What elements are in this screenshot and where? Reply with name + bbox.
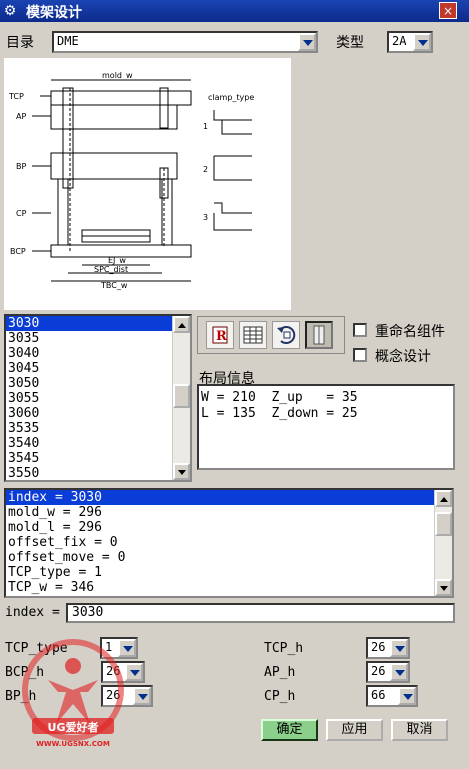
scroll-thumb[interactable]: [435, 512, 452, 536]
chevron-down-icon[interactable]: [133, 687, 151, 705]
expression-list[interactable]: index = 3030 mold_w = 296 mold_l = 296 offs…: [4, 488, 454, 598]
size-list-item[interactable]: 3535: [6, 421, 190, 436]
rename-components-checkbox[interactable]: [353, 323, 367, 337]
apply-button[interactable]: 应用: [326, 719, 383, 741]
ap-h-value: 26: [371, 664, 386, 678]
close-button[interactable]: ×: [439, 2, 457, 19]
size-list-item[interactable]: 3555: [6, 481, 190, 482]
size-list-item[interactable]: 3540: [6, 436, 190, 451]
dim-ej-w: EJ_w: [108, 256, 126, 265]
svg-text:R: R: [216, 329, 227, 344]
plate-label-tcp: TCP: [8, 92, 24, 101]
expression-list-item[interactable]: offset_fix = 0: [6, 535, 452, 550]
size-list-item[interactable]: 3060: [6, 406, 190, 421]
clamp-3-label: 3: [203, 213, 208, 222]
ap-h-select[interactable]: 26: [366, 661, 410, 683]
size-list-item[interactable]: 3035: [6, 331, 190, 346]
plate-label-bp: BP: [16, 162, 26, 171]
concept-design-label: 概念设计: [375, 349, 431, 365]
plate-label-cp: CP: [16, 209, 27, 218]
tcp-h-label: TCP_h: [264, 641, 304, 656]
scroll-thumb[interactable]: [173, 384, 190, 408]
catalog-value: DME: [57, 34, 79, 48]
expression-list-item[interactable]: TCP_h = 26: [6, 595, 452, 596]
ugsnx-watermark-logo: UG爱好者 WWW.UGSNX.COM: [22, 639, 124, 748]
size-list-item[interactable]: 3545: [6, 451, 190, 466]
rename-components-label: 重命名组件: [375, 324, 445, 340]
ok-button[interactable]: 确定: [261, 719, 318, 741]
size-list-scrollbar[interactable]: [172, 316, 190, 480]
dim-tbc-w: TBC_w: [100, 281, 128, 290]
layout-info-box: W = 210 Z_up = 35 L = 135 Z_down = 25: [197, 384, 455, 470]
mold-icon[interactable]: [305, 321, 333, 349]
window-title: 模架设计: [26, 5, 82, 21]
tool-bar: R: [197, 316, 345, 354]
clamp-2-label: 2: [203, 165, 208, 174]
tcp-h-select[interactable]: 26: [366, 637, 410, 659]
watermark-url: WWW.UGSNX.COM: [36, 740, 110, 748]
expression-list-item[interactable]: TCP_w = 346: [6, 580, 452, 595]
chevron-down-icon[interactable]: [390, 663, 408, 681]
size-list-item[interactable]: 3055: [6, 391, 190, 406]
chevron-down-icon[interactable]: [413, 33, 431, 51]
chevron-down-icon[interactable]: [398, 687, 416, 705]
scroll-down-icon[interactable]: [435, 579, 452, 596]
concept-design-checkbox[interactable]: [353, 348, 367, 362]
clamp-type-label: clamp_type: [208, 93, 254, 102]
clamp-1-label: 1: [203, 122, 208, 131]
gear-icon: ⚙: [3, 3, 17, 19]
rename-r-icon[interactable]: R: [206, 321, 234, 349]
expression-list-item[interactable]: mold_w = 296: [6, 505, 452, 520]
expression-list-item[interactable]: offset_move = 0: [6, 550, 452, 565]
scroll-up-icon[interactable]: [435, 490, 452, 507]
dim-mold-w: mold_w: [102, 71, 133, 80]
table-icon[interactable]: [239, 321, 267, 349]
mold-base-diagram: TCP AP BP CP BCP mold_w clamp_type 1 2 3…: [4, 58, 291, 310]
scroll-down-icon[interactable]: [173, 463, 190, 480]
scroll-up-icon[interactable]: [173, 316, 190, 333]
title-bar: ⚙ 模架设计 ×: [0, 0, 469, 22]
dim-spc-dist: SPC_dist: [94, 265, 128, 274]
tcp-h-value: 26: [371, 640, 386, 654]
cp-h-label: CP_h: [264, 689, 296, 704]
size-list[interactable]: 3030 3035 3040 3045 3050 3055 3060 3535 3540 3545…: [4, 314, 192, 482]
cp-h-value: 66: [371, 688, 386, 702]
chevron-down-icon[interactable]: [390, 639, 408, 657]
size-list-item[interactable]: 3040: [6, 346, 190, 361]
type-label: 类型: [336, 35, 364, 51]
watermark-brand: UG爱好者: [48, 720, 99, 734]
type-value: 2A: [392, 34, 407, 48]
expression-list-scrollbar[interactable]: [434, 490, 452, 596]
size-list-item[interactable]: 3045: [6, 361, 190, 376]
plate-label-bcp: BCP: [10, 247, 26, 256]
type-select[interactable]: 2A: [387, 31, 433, 53]
size-list-item[interactable]: 3030: [6, 316, 190, 331]
size-list-item[interactable]: 3050: [6, 376, 190, 391]
catalog-select[interactable]: DME: [52, 31, 318, 53]
expression-edit-input[interactable]: 3030: [66, 603, 455, 623]
layout-info-line: L = 135 Z_down = 25: [201, 406, 358, 421]
chevron-down-icon[interactable]: [298, 33, 316, 51]
ap-h-label: AP_h: [264, 665, 296, 680]
expression-list-item[interactable]: mold_l = 296: [6, 520, 452, 535]
size-list-item[interactable]: 3550: [6, 466, 190, 480]
expression-list-item[interactable]: TCP_type = 1: [6, 565, 452, 580]
cancel-button[interactable]: 取消: [391, 719, 448, 741]
catalog-label: 目录: [6, 35, 34, 51]
cp-h-select[interactable]: 66: [366, 685, 418, 707]
expression-edit-label: index =: [5, 605, 60, 620]
plate-label-ap: AP: [16, 112, 26, 121]
rotate-icon[interactable]: [272, 321, 300, 349]
layout-info-line: W = 210 Z_up = 35: [201, 390, 358, 405]
expression-list-item[interactable]: index = 3030: [6, 490, 452, 505]
